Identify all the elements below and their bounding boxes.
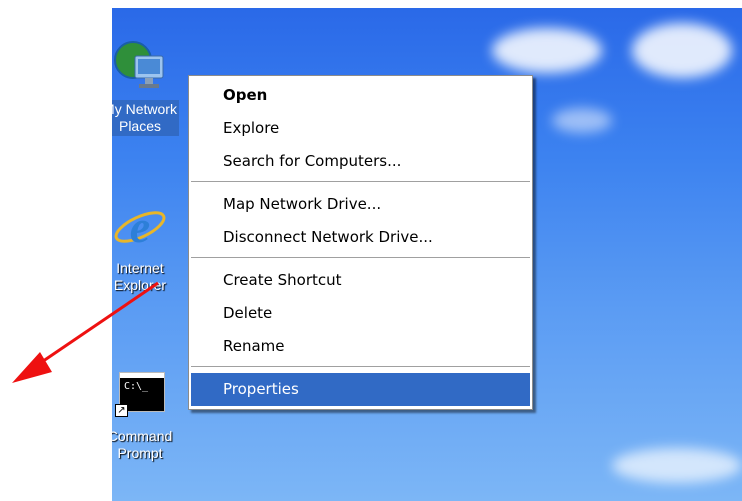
command-prompt-icon: C:\_ ↗: [112, 366, 169, 424]
menu-item-open[interactable]: Open: [189, 79, 532, 112]
cloud: [632, 23, 732, 78]
svg-text:e: e: [130, 201, 150, 252]
cloud: [552, 108, 612, 133]
shortcut-arrow-icon: ↗: [115, 404, 128, 417]
screenshot-stage: My Network Places e Internet Explorer C:…: [0, 0, 742, 501]
cloud: [492, 28, 602, 73]
menu-item-rename[interactable]: Rename: [189, 330, 532, 363]
menu-item-create-shortcut[interactable]: Create Shortcut: [189, 264, 532, 297]
cloud: [612, 448, 742, 483]
internet-explorer-icon: e: [112, 198, 169, 256]
menu-separator: [191, 181, 530, 185]
menu-separator: [191, 366, 530, 370]
menu-item-disconnect-network-drive[interactable]: Disconnect Network Drive...: [189, 221, 532, 254]
icon-label: Internet Explorer: [113, 260, 167, 293]
command-prompt-glyph-text: C:\_: [124, 381, 149, 392]
network-places-icon: [112, 38, 169, 96]
context-menu: Open Explore Search for Computers... Map…: [188, 75, 533, 410]
menu-item-delete[interactable]: Delete: [189, 297, 532, 330]
icon-label: Command Prompt: [112, 428, 173, 461]
menu-item-search-for-computers[interactable]: Search for Computers...: [189, 145, 532, 178]
menu-item-map-network-drive[interactable]: Map Network Drive...: [189, 188, 532, 221]
desktop-icon-command-prompt[interactable]: C:\_ ↗ Command Prompt: [112, 366, 188, 462]
desktop-icon-my-network-places[interactable]: My Network Places: [112, 38, 188, 136]
icon-label: My Network Places: [112, 100, 179, 136]
desktop-icon-internet-explorer[interactable]: e Internet Explorer: [112, 198, 188, 294]
menu-item-properties[interactable]: Properties: [191, 373, 530, 406]
menu-item-explore[interactable]: Explore: [189, 112, 532, 145]
menu-separator: [191, 257, 530, 261]
